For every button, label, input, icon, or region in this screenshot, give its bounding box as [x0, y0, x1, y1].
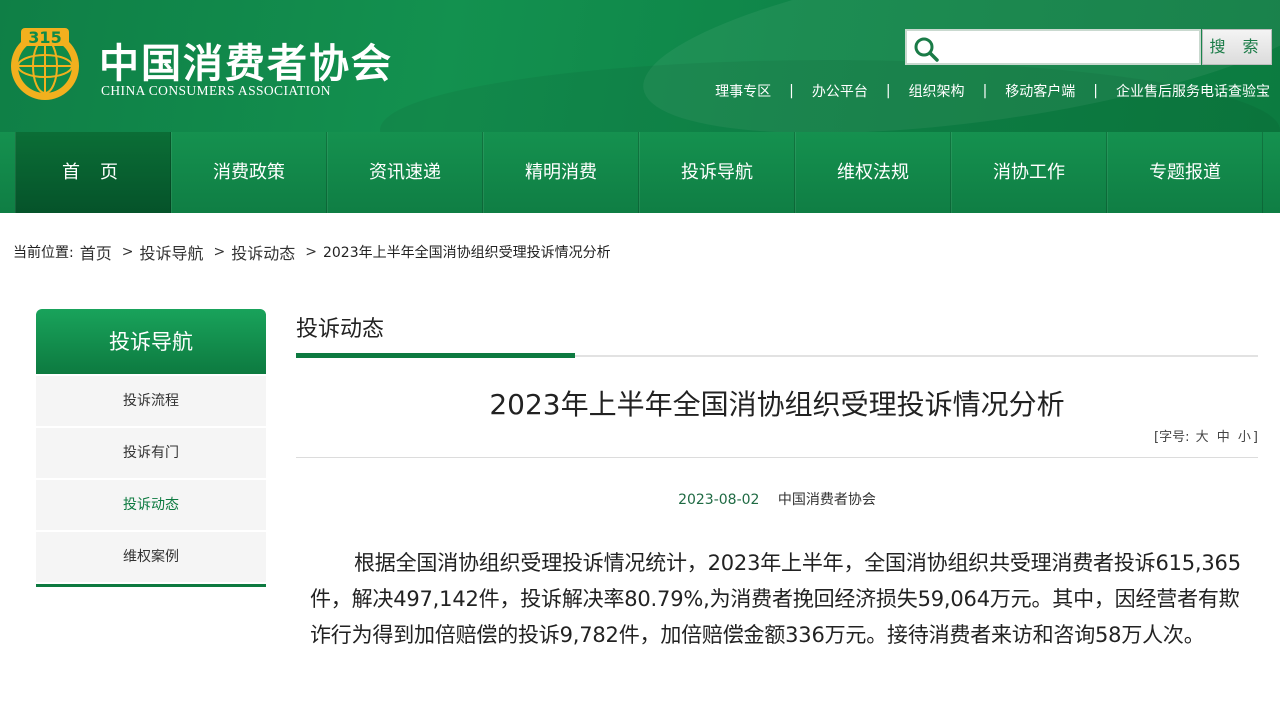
- separator: |: [789, 83, 794, 99]
- font-size-selector: [字号: 大 中 小]: [1154, 426, 1258, 445]
- breadcrumb-complaint-news[interactable]: 投诉动态: [231, 240, 295, 264]
- font-size-label-close: ]: [1252, 430, 1258, 445]
- section-title-accent: [296, 353, 575, 358]
- breadcrumb-current: 2023年上半年全国消协组织受理投诉情况分析: [322, 245, 611, 261]
- section-title: 投诉动态: [296, 317, 385, 342]
- article-meta: 2023-08-02 中国消费者协会: [296, 489, 1258, 509]
- article-source: 中国消费者协会: [777, 492, 876, 508]
- breadcrumb-separator: >: [121, 244, 134, 260]
- main-nav: 首页 消费政策 资讯速递 精明消费 投诉导航 维权法规 消协工作 专题报道: [0, 132, 1280, 213]
- sidebar-item-channels[interactable]: 投诉有门: [36, 428, 266, 478]
- nav-item-news[interactable]: 资讯速递: [327, 132, 483, 213]
- breadcrumb-lead: 当前位置:: [13, 245, 74, 261]
- nav-item-regulations[interactable]: 维权法规: [795, 132, 951, 213]
- separator: |: [982, 83, 988, 99]
- nav-item-policy[interactable]: 消费政策: [171, 132, 327, 213]
- org-name-cn[interactable]: 中国消费者协会: [99, 31, 393, 89]
- sidebar-title: 投诉导航: [36, 309, 266, 374]
- article-title: 2023年上半年全国消协组织受理投诉情况分析: [489, 388, 1065, 421]
- font-size-label: [字号:: [1154, 430, 1190, 445]
- search-icon: [914, 37, 939, 62]
- breadcrumb: 当前位置: 首页 > 投诉导航 > 投诉动态 > 2023年上半年全国消协组织受…: [13, 240, 611, 264]
- breadcrumb-home[interactable]: 首页: [80, 240, 112, 264]
- top-link-mobile[interactable]: 移动客户端: [1005, 81, 1075, 101]
- nav-item-special-reports[interactable]: 专题报道: [1107, 132, 1263, 213]
- breadcrumb-separator: >: [213, 244, 226, 260]
- top-link-structure[interactable]: 组织架构: [909, 81, 965, 101]
- font-size-medium[interactable]: 中: [1217, 430, 1230, 445]
- sidebar-divider: [36, 584, 266, 587]
- nav-item-smart-consumption[interactable]: 精明消费: [483, 132, 639, 213]
- breadcrumb-complaint-guide[interactable]: 投诉导航: [139, 240, 203, 264]
- font-size-small[interactable]: 小: [1238, 430, 1251, 445]
- separator: |: [885, 83, 891, 99]
- search-input[interactable]: [943, 35, 1198, 61]
- nav-item-association-work[interactable]: 消协工作: [951, 132, 1107, 213]
- top-links: 理事专区 | 办公平台 | 组织架构 | 移动客户端 | 企业售后服务电话查验宝: [715, 82, 1270, 100]
- sidebar-item-cases[interactable]: 维权案例: [36, 532, 266, 582]
- top-link-council[interactable]: 理事专区: [715, 81, 771, 101]
- article-date: 2023-08-02: [678, 492, 760, 508]
- search-button[interactable]: 搜 索: [1202, 29, 1272, 65]
- org-name-en[interactable]: CHINA CONSUMERS ASSOCIATION: [101, 83, 331, 99]
- sidebar: 投诉导航 投诉流程 投诉有门 投诉动态 维权案例: [36, 309, 266, 587]
- top-link-office[interactable]: 办公平台: [812, 81, 868, 101]
- divider: [296, 457, 1258, 458]
- breadcrumb-separator: >: [305, 244, 317, 260]
- nav-item-home[interactable]: 首页: [15, 132, 171, 213]
- sidebar-item-process[interactable]: 投诉流程: [36, 376, 266, 426]
- svg-text:315: 315: [28, 28, 61, 47]
- search-box: [905, 29, 1201, 65]
- site-header: 315 中国消费者协会 CHINA CONSUMERS ASSOCIATION …: [0, 0, 1280, 132]
- article-body: 根据全国消协组织受理投诉情况统计，2023年上半年，全国消协组织共受理消费者投诉…: [310, 551, 1241, 647]
- sidebar-item-news[interactable]: 投诉动态: [36, 480, 266, 530]
- top-link-service-check[interactable]: 企业售后服务电话查验宝: [1116, 81, 1270, 101]
- cca-logo-emblem-icon[interactable]: 315: [5, 24, 85, 104]
- font-size-large[interactable]: 大: [1196, 430, 1209, 445]
- separator: |: [1093, 83, 1098, 99]
- nav-item-complaint-guide[interactable]: 投诉导航: [639, 132, 795, 213]
